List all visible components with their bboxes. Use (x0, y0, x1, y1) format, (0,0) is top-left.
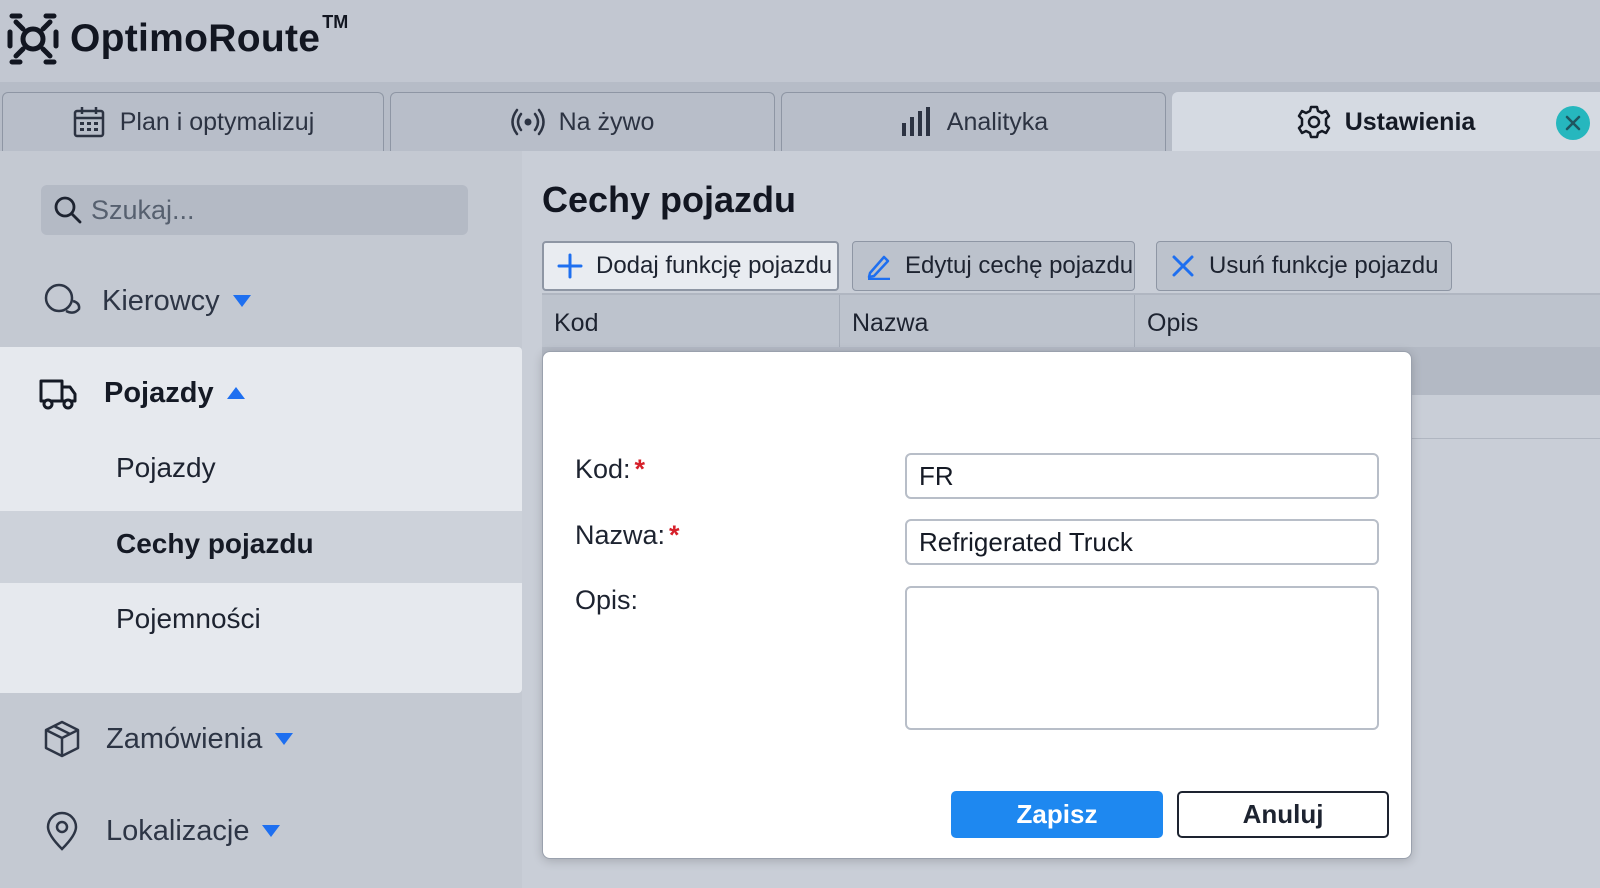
delete-vehicle-feature-button[interactable]: Usuń funkcje pojazdu (1156, 241, 1452, 291)
main-tabs: Plan i optymalizuj Na żywo Analityka Ust… (0, 82, 1600, 151)
close-icon (1565, 115, 1581, 131)
search-icon (54, 196, 82, 224)
sidebar-item-locations[interactable]: Lokalizacje (42, 811, 281, 851)
button-label: Usuń funkcje pojazdu (1209, 252, 1439, 279)
name-field-label: Nazwa: * (575, 520, 680, 551)
calendar-icon (73, 107, 104, 138)
tab-label: Analityka (946, 107, 1049, 136)
pencil-icon (867, 255, 890, 280)
required-marker: * (634, 454, 646, 484)
box-icon (44, 720, 80, 758)
description-field-label: Opis: (575, 585, 639, 615)
sidebar-item-label: Zamówienia (106, 722, 263, 755)
top-bar: OptimoRoute TM (0, 0, 1600, 82)
truck-icon (39, 379, 77, 410)
button-label: Edytuj cechę pojazdu (905, 252, 1134, 279)
edit-vehicle-feature-button[interactable]: Edytuj cechę pojazdu (852, 241, 1135, 291)
optimoroute-logo-icon (7, 13, 59, 65)
name-input[interactable] (905, 519, 1379, 565)
column-divider (1134, 295, 1135, 349)
close-settings-button[interactable] (1556, 106, 1590, 140)
close-icon (1172, 255, 1194, 277)
save-button[interactable]: Zapisz (951, 791, 1163, 838)
chevron-up-icon (226, 387, 245, 399)
sidebar-search (41, 185, 468, 235)
column-header-description[interactable]: Opis (1147, 309, 1198, 338)
vehicle-feature-dialog: Kod:* Nazwa:* Opis: Zapisz Anuluj (542, 351, 1412, 859)
name-label-text: Nazwa: (575, 520, 666, 550)
button-label: Dodaj funkcję pojazdu (596, 252, 833, 279)
chevron-down-icon (232, 295, 251, 307)
sidebar-subitem-vehicle-features[interactable]: Cechy pojazdu (116, 528, 314, 560)
required-marker: * (669, 520, 680, 550)
brand-name: OptimoRoute (70, 17, 321, 60)
tab-plan[interactable]: Plan i optymalizuj (2, 92, 384, 151)
code-field-label: Kod: * (575, 454, 645, 485)
gear-icon (1297, 105, 1330, 139)
add-vehicle-feature-button[interactable]: Dodaj funkcję pojazdu (542, 241, 839, 291)
tab-label: Plan i optymalizuj (119, 107, 315, 136)
sidebar-item-label: Kierowcy (102, 284, 220, 317)
brand-logo[interactable]: OptimoRoute TM (6, 10, 348, 68)
broadcast-icon (510, 108, 545, 136)
chevron-down-icon (275, 733, 294, 745)
sidebar-item-drivers[interactable]: Kierowcy (42, 281, 252, 321)
settings-sidebar: Kierowcy Pojazdy Pojazdy Cechy pojazdu P… (0, 151, 522, 888)
chevron-down-icon (262, 825, 281, 837)
drivers-icon (44, 283, 81, 314)
description-textarea[interactable] (905, 586, 1379, 730)
column-divider (839, 295, 840, 349)
code-input[interactable] (905, 453, 1379, 499)
vehicles-submenu: Pojazdy Pojazdy Cechy pojazdu Pojemności (0, 347, 522, 693)
tab-label: Na żywo (558, 107, 655, 136)
tab-live[interactable]: Na żywo (390, 92, 775, 151)
sidebar-item-label: Lokalizacje (106, 814, 250, 847)
column-header-code[interactable]: Kod (554, 309, 598, 338)
code-label-text: Kod: (575, 454, 631, 484)
cancel-button[interactable]: Anuluj (1177, 791, 1389, 838)
search-input[interactable] (91, 194, 451, 226)
plus-icon (557, 253, 583, 279)
tab-settings[interactable]: Ustawienia (1172, 92, 1600, 151)
sidebar-subitem-capacities[interactable]: Pojemności (116, 603, 261, 635)
brand-trademark: TM (322, 12, 349, 32)
page-title: Cechy pojazdu (542, 179, 797, 220)
table-header: Kod Nazwa Opis (542, 293, 1600, 349)
tab-analytics[interactable]: Analityka (781, 92, 1166, 151)
sidebar-item-vehicles[interactable]: Pojazdy (38, 373, 246, 413)
bar-chart-icon (901, 107, 930, 136)
sidebar-subitem-vehicles[interactable]: Pojazdy (116, 452, 216, 484)
location-pin-icon (46, 811, 78, 851)
column-header-name[interactable]: Nazwa (852, 309, 928, 338)
tab-label: Ustawienia (1344, 107, 1476, 136)
sidebar-item-orders[interactable]: Zamówienia (42, 719, 294, 759)
sidebar-item-label: Pojazdy (104, 376, 214, 409)
